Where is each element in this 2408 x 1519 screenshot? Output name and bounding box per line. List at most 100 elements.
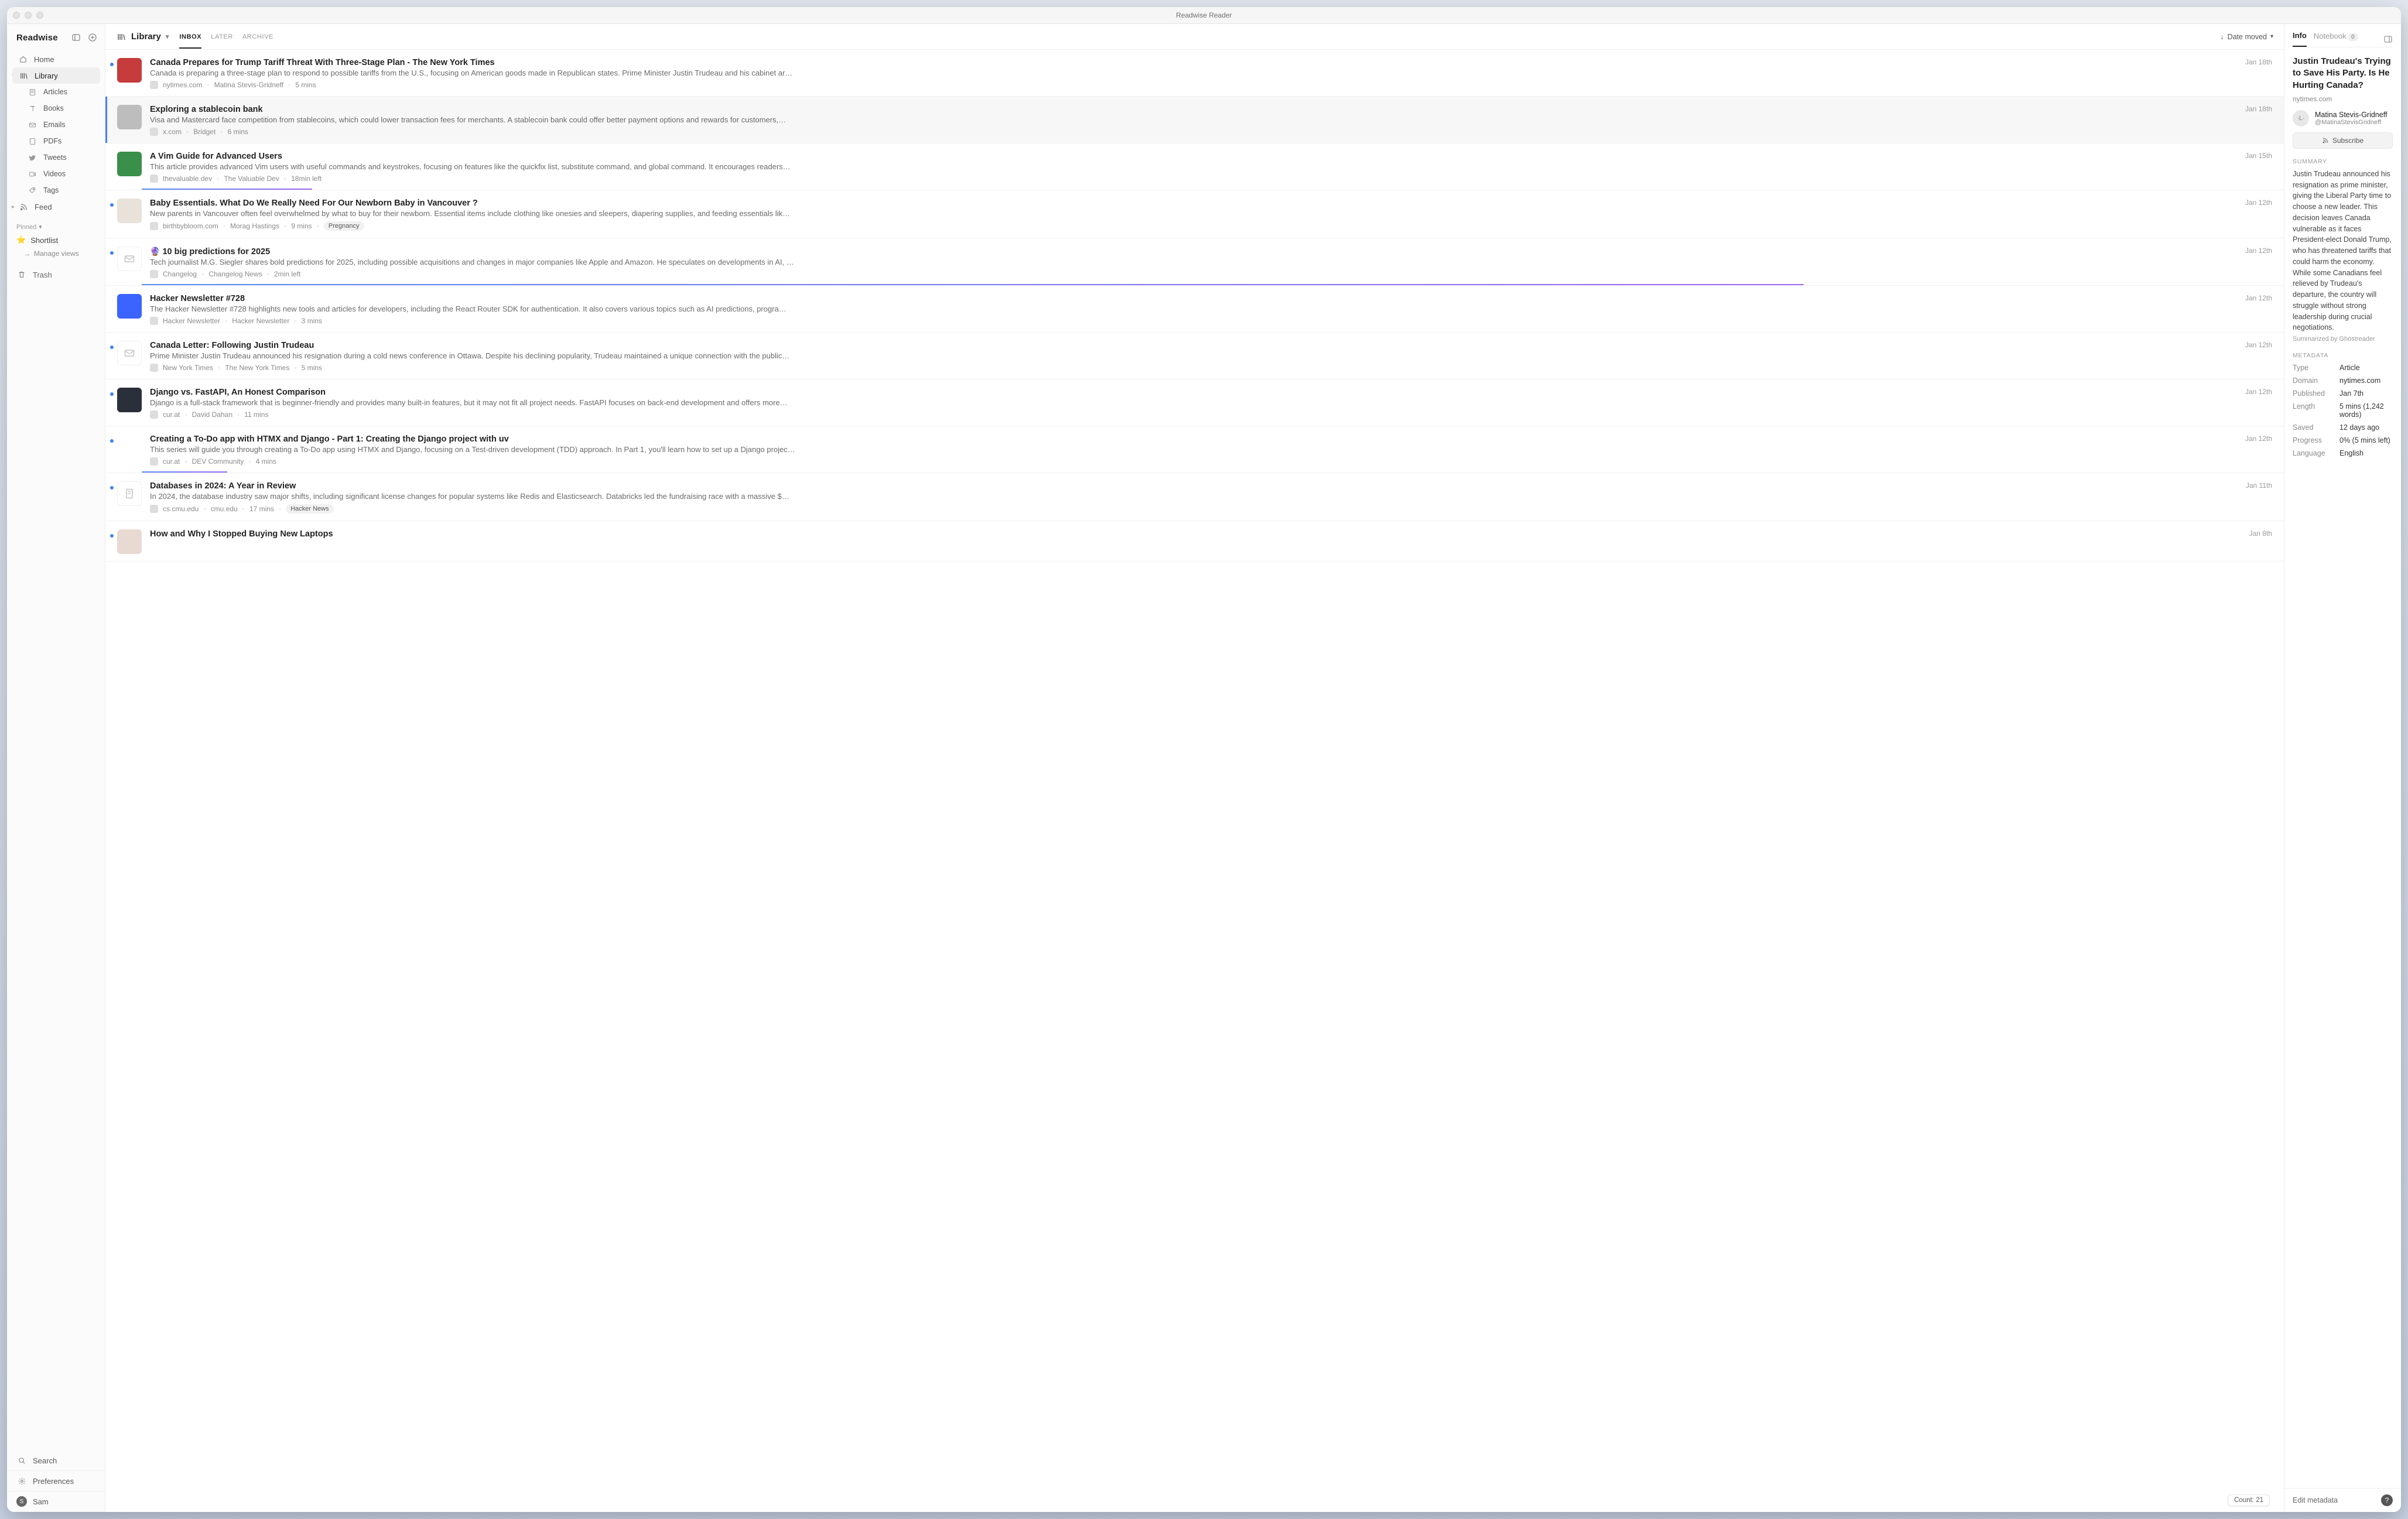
window-title: Readwise Reader (1176, 11, 1232, 19)
unread-dot-icon (110, 251, 114, 255)
item-title: How and Why I Stopped Buying New Laptops (150, 529, 333, 539)
list-item[interactable]: A Vim Guide for Advanced UsersJan 15thTh… (105, 143, 2284, 190)
item-title: Databases in 2024: A Year in Review (150, 481, 296, 491)
item-author: Hacker Newsletter (232, 317, 289, 325)
sidebar-item-pdfs[interactable]: PDFs (12, 133, 100, 149)
item-date: Jan 12th (2245, 199, 2272, 208)
email-icon (27, 119, 37, 130)
list-item[interactable]: Hacker Newsletter #728Jan 12thThe Hacker… (105, 286, 2284, 333)
sidebar-item-tweets[interactable]: Tweets (12, 149, 100, 166)
item-summary: Canada is preparing a three-stage plan t… (150, 69, 2272, 77)
tab-archive[interactable]: ARCHIVE (242, 25, 273, 49)
subscribe-button[interactable]: Subscribe (2293, 132, 2393, 149)
sidebar-item-trash[interactable]: Trash (7, 265, 105, 285)
metadata-grid: TypeArticle Domainnytimes.com PublishedJ… (2293, 364, 2393, 457)
library-icon (116, 32, 126, 42)
item-meta: x.com◦Bridget◦6 mins (150, 128, 2272, 136)
item-author: David Dahan (192, 410, 232, 419)
item-summary: Tech journalist M.G. Siegler shares bold… (150, 258, 2272, 266)
item-meta: thevaluable.dev◦The Valuable Dev◦18min l… (150, 175, 2272, 183)
breadcrumb[interactable]: Library ▾ (116, 32, 169, 42)
list-item[interactable]: Canada Prepares for Trump Tariff Threat … (105, 50, 2284, 97)
sidebar-item-feed[interactable]: Feed (12, 199, 100, 215)
item-meta: Hacker Newsletter◦Hacker Newsletter◦3 mi… (150, 317, 2272, 325)
list-item[interactable]: Django vs. FastAPI, An Honest Comparison… (105, 379, 2284, 426)
edit-metadata-link[interactable]: Edit metadata (2293, 1496, 2338, 1504)
traffic-close-icon[interactable] (13, 12, 20, 19)
item-tag[interactable]: Hacker News (286, 504, 333, 514)
sidebar-item-shortlist[interactable]: ⭐ Shortlist (7, 233, 105, 247)
item-title: Canada Letter: Following Justin Trudeau (150, 341, 314, 350)
item-meta: cur.at◦DEV Community◦4 mins (150, 457, 2272, 466)
item-date: Jan 12th (2245, 294, 2272, 303)
add-icon[interactable] (87, 32, 98, 43)
item-date: Jan 8th (2249, 529, 2272, 539)
item-tag[interactable]: Pregnancy (324, 221, 364, 231)
sidebar-item-articles[interactable]: Articles (12, 84, 100, 100)
window-controls[interactable] (13, 12, 43, 19)
rss-icon (2322, 137, 2329, 144)
view-tabs: INBOX LATER ARCHIVE (179, 25, 273, 49)
article-list[interactable]: Canada Prepares for Trump Tariff Threat … (105, 50, 2284, 1512)
item-domain: nytimes.com (163, 81, 202, 89)
sidebar-item-emails[interactable]: Emails (12, 117, 100, 133)
tab-inbox[interactable]: INBOX (179, 25, 201, 49)
sort-dropdown[interactable]: ↓ Date moved ▾ (2220, 33, 2273, 41)
tab-notebook[interactable]: Notebook 0 (2314, 32, 2358, 46)
sidebar-item-books[interactable]: Books (12, 100, 100, 117)
star-icon: ⭐ (16, 235, 26, 245)
unread-dot-icon (110, 345, 114, 349)
toggle-sidebar-icon[interactable] (71, 32, 81, 43)
manage-views-link[interactable]: → Manage views (7, 247, 105, 265)
item-summary: In 2024, the database industry saw major… (150, 492, 2272, 501)
item-author: Morag Hastings (230, 222, 279, 230)
item-author: Changelog News (208, 270, 262, 278)
sidebar-preferences[interactable]: Preferences (7, 1471, 105, 1491)
item-author: cmu.edu (211, 505, 238, 513)
tab-info[interactable]: Info (2293, 31, 2307, 47)
chevron-down-icon: ▾ (39, 223, 42, 231)
sidebar-item-tags[interactable]: Tags (12, 182, 100, 199)
avatar: S (16, 1496, 27, 1507)
thumbnail (117, 152, 142, 176)
item-length: 6 mins (228, 128, 248, 136)
thumbnail (117, 199, 142, 223)
list-item[interactable]: 🔮10 big predictions for 2025Jan 12thTech… (105, 238, 2284, 286)
thumbnail (117, 341, 142, 365)
item-date: Jan 15th (2245, 152, 2272, 161)
summary-section-label: SUMMARY (2293, 158, 2393, 165)
item-author: The New York Times (225, 364, 289, 372)
item-author: Bridget (193, 128, 216, 136)
item-length: 3 mins (302, 317, 322, 325)
list-item[interactable]: Baby Essentials. What Do We Really Need … (105, 190, 2284, 238)
count-pill: Count: 21 (2228, 1494, 2270, 1506)
pinned-section-label[interactable]: Pinned ▾ (7, 217, 105, 233)
list-item[interactable]: How and Why I Stopped Buying New Laptops… (105, 521, 2284, 562)
list-item[interactable]: Databases in 2024: A Year in ReviewJan 1… (105, 473, 2284, 521)
sidebar-item-videos[interactable]: Videos (12, 166, 100, 182)
traffic-max-icon[interactable] (36, 12, 43, 19)
list-item[interactable]: Creating a To-Do app with HTMX and Djang… (105, 426, 2284, 473)
item-title: Hacker Newsletter #728 (150, 294, 245, 303)
chevron-down-icon: ▾ (2270, 33, 2273, 40)
item-length: 9 mins (291, 222, 312, 230)
list-item[interactable]: Canada Letter: Following Justin TrudeauJ… (105, 333, 2284, 379)
list-item[interactable]: Exploring a stablecoin bankJan 18thVisa … (105, 97, 2284, 143)
collapse-panel-icon[interactable] (2383, 35, 2393, 44)
unread-dot-icon (110, 63, 114, 66)
item-summary: This article provides advanced Vim users… (150, 162, 2272, 171)
sidebar-item-home[interactable]: Home (12, 51, 100, 67)
sidebar-item-library[interactable]: Library (12, 67, 100, 84)
info-panel: Info Notebook 0 Justin Trudeau's Trying … (2284, 24, 2401, 1512)
sidebar-user[interactable]: S Sam (7, 1491, 105, 1512)
home-icon (18, 54, 28, 64)
item-meta: cur.at◦David Dahan◦11 mins (150, 410, 2272, 419)
help-icon[interactable]: ? (2381, 1494, 2393, 1506)
traffic-min-icon[interactable] (25, 12, 32, 19)
tab-later[interactable]: LATER (211, 25, 233, 49)
progress-bar (142, 471, 2272, 473)
item-domain: x.com (163, 128, 182, 136)
item-summary: Prime Minister Justin Trudeau announced … (150, 351, 2272, 360)
sidebar-search[interactable]: Search (7, 1450, 105, 1471)
favicon-icon (150, 175, 158, 183)
